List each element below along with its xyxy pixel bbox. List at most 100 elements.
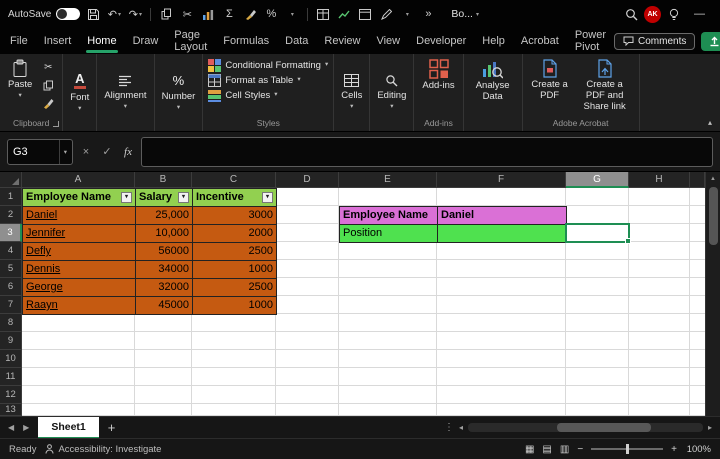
cell[interactable] — [437, 296, 566, 314]
cell-C6[interactable]: 2500 — [193, 279, 277, 297]
cell[interactable] — [192, 404, 276, 416]
tab-insert[interactable]: Insert — [36, 28, 80, 54]
row-header-8[interactable]: 8 — [0, 314, 22, 332]
cell[interactable] — [437, 350, 566, 368]
row-header-10[interactable]: 10 — [0, 350, 22, 368]
column-header-E[interactable]: E — [339, 172, 437, 188]
comments-button[interactable]: Comments — [614, 32, 696, 50]
sheet-nav-left[interactable]: ◀ — [8, 423, 14, 432]
cell[interactable] — [690, 350, 705, 368]
cell[interactable] — [192, 368, 276, 386]
cell[interactable] — [276, 332, 339, 350]
cell[interactable] — [192, 332, 276, 350]
cell[interactable] — [135, 332, 192, 350]
cell[interactable] — [276, 296, 339, 314]
vertical-scrollbar[interactable]: ▲ — [705, 172, 720, 416]
column-header-D[interactable]: D — [276, 172, 339, 188]
number-button[interactable]: % Number ▾ — [162, 73, 196, 112]
cell[interactable] — [22, 404, 135, 416]
autosave-toggle[interactable] — [56, 8, 81, 20]
accessibility-status[interactable]: Accessibility: Investigate — [45, 444, 161, 455]
cell[interactable] — [22, 350, 135, 368]
splitter-handle[interactable]: ⋮ — [444, 422, 454, 433]
cell[interactable] — [22, 386, 135, 404]
filter-dropdown[interactable]: ▾ — [121, 192, 132, 203]
column-header-C[interactable]: C — [192, 172, 276, 188]
addins-button[interactable]: Add-ins — [417, 56, 459, 92]
cell[interactable] — [276, 260, 339, 278]
cell[interactable] — [135, 386, 192, 404]
fill-handle[interactable] — [625, 238, 631, 244]
cell-C1[interactable]: Incentive ▾ — [193, 189, 277, 207]
cell[interactable] — [22, 368, 135, 386]
cell[interactable] — [276, 224, 339, 242]
cell-A7[interactable]: Raayn — [23, 297, 136, 315]
cell[interactable] — [135, 350, 192, 368]
row-header-1[interactable]: 1 — [0, 188, 22, 206]
cell[interactable] — [690, 368, 705, 386]
cell-A6[interactable]: George — [23, 279, 136, 297]
formula-input[interactable] — [141, 136, 713, 167]
zoom-in-button[interactable]: + — [671, 444, 677, 455]
cell-C5[interactable]: 1000 — [193, 261, 277, 279]
cell[interactable] — [339, 278, 437, 296]
cell[interactable] — [690, 242, 705, 260]
qat-more-button-2[interactable]: ▾ — [399, 5, 415, 23]
cell[interactable] — [629, 368, 690, 386]
clipboard-dialog-launcher[interactable] — [53, 121, 60, 127]
create-pdf-button[interactable]: Create a PDF — [526, 56, 574, 113]
cell[interactable] — [566, 206, 629, 224]
row-header-2[interactable]: 2 — [0, 206, 22, 224]
cell-A4[interactable]: Defly — [23, 243, 136, 261]
cell[interactable] — [566, 404, 629, 416]
column-header-B[interactable]: B — [135, 172, 192, 188]
cell[interactable] — [566, 350, 629, 368]
share-button[interactable] — [701, 31, 720, 51]
cell[interactable] — [192, 314, 276, 332]
ideas-button[interactable] — [666, 5, 682, 23]
cell[interactable] — [339, 332, 437, 350]
zoom-slider-thumb[interactable] — [626, 444, 630, 454]
cell[interactable] — [566, 332, 629, 350]
cell[interactable] — [566, 188, 629, 206]
column-header-H[interactable]: H — [629, 172, 690, 188]
cell[interactable] — [690, 296, 705, 314]
cut-button[interactable]: ✂ — [39, 60, 57, 75]
active-cell-G3[interactable] — [565, 223, 631, 244]
cell[interactable] — [690, 404, 705, 416]
cell-B3[interactable]: 10,000 — [136, 225, 193, 243]
horizontal-scroll-track[interactable] — [468, 423, 703, 432]
cell[interactable] — [135, 368, 192, 386]
line-chart-button[interactable] — [336, 5, 352, 23]
cell-A1[interactable]: Employee Name ▾ — [23, 189, 136, 207]
cell[interactable] — [629, 188, 690, 206]
create-pdf-share-button[interactable]: Create a PDF and Share link — [574, 56, 636, 113]
workbook-title[interactable]: Bo... ▾ — [451, 8, 479, 20]
cell[interactable] — [135, 314, 192, 332]
add-sheet-button[interactable]: + — [108, 420, 116, 435]
cell[interactable] — [276, 368, 339, 386]
tab-power-pivot[interactable]: Power Pivot — [567, 28, 614, 54]
name-box[interactable]: G3 ▾ — [7, 138, 73, 165]
tab-home[interactable]: Home — [79, 28, 124, 54]
row-header-13[interactable]: 13 — [0, 404, 22, 416]
row-header-3[interactable]: 3 — [0, 224, 22, 242]
cell[interactable] — [629, 206, 690, 224]
cell[interactable] — [629, 314, 690, 332]
cell[interactable] — [690, 332, 705, 350]
cell-A2[interactable]: Daniel — [23, 207, 136, 225]
tab-page-layout[interactable]: Page Layout — [166, 28, 215, 54]
cell[interactable] — [690, 206, 705, 224]
cell[interactable] — [276, 314, 339, 332]
tab-file[interactable]: File — [2, 28, 36, 54]
minimize-button[interactable]: — — [687, 0, 712, 28]
cell[interactable] — [437, 404, 566, 416]
format-painter-button[interactable] — [39, 96, 57, 111]
cell[interactable] — [629, 278, 690, 296]
cut-button[interactable]: ✂ — [179, 5, 195, 23]
cell[interactable] — [437, 278, 566, 296]
qat-more-button[interactable]: ▾ — [284, 5, 300, 23]
cell-B1[interactable]: Salary ▾ — [136, 189, 193, 207]
cell-B2[interactable]: 25,000 — [136, 207, 193, 225]
qat-overflow-button[interactable]: » — [420, 5, 436, 23]
